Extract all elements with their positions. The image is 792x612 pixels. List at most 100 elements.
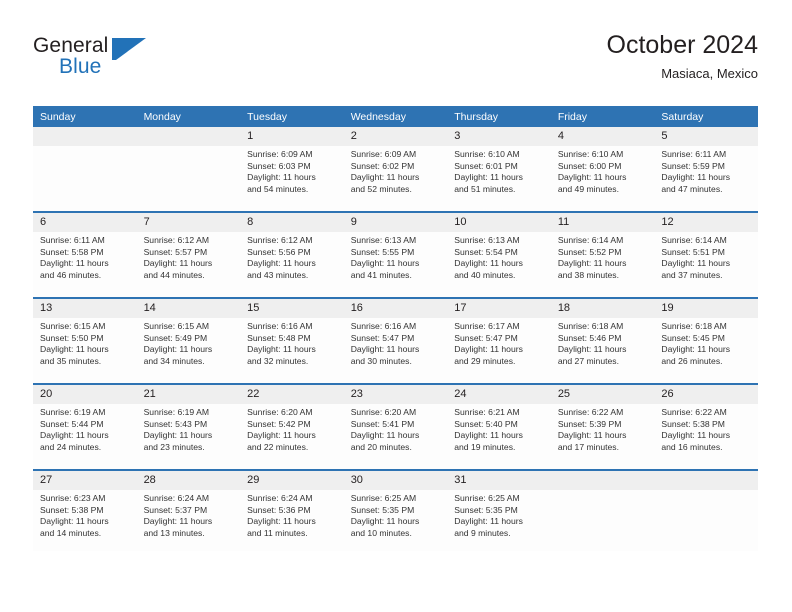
- day-cell[interactable]: Sunrise: 6:15 AM Sunset: 5:49 PM Dayligh…: [136, 318, 241, 383]
- weekday-header-thursday: Thursday: [447, 106, 551, 127]
- sunset-text: Sunset: 5:38 PM: [661, 418, 725, 429]
- sunrise-text: Sunrise: 6:22 AM: [557, 407, 624, 417]
- sunset-text: Sunset: 5:58 PM: [40, 246, 104, 257]
- day-cell[interactable]: Sunrise: 6:09 AM Sunset: 6:03 PM Dayligh…: [240, 146, 344, 211]
- day-number[interactable]: 8: [240, 213, 344, 232]
- day-cell[interactable]: Sunrise: 6:25 AM Sunset: 5:35 PM Dayligh…: [343, 490, 448, 551]
- day-cell[interactable]: Sunrise: 6:16 AM Sunset: 5:48 PM Dayligh…: [240, 318, 344, 383]
- sunset-text: Sunset: 5:35 PM: [350, 504, 415, 515]
- day-cell[interactable]: Sunrise: 6:25 AM Sunset: 5:35 PM Dayligh…: [447, 490, 551, 551]
- day-number[interactable]: [136, 127, 241, 146]
- day-cell[interactable]: Sunrise: 6:18 AM Sunset: 5:45 PM Dayligh…: [654, 318, 758, 383]
- day-number[interactable]: 26: [654, 385, 758, 404]
- day-cell[interactable]: Sunrise: 6:19 AM Sunset: 5:43 PM Dayligh…: [136, 404, 241, 469]
- day-cell[interactable]: Sunrise: 6:18 AM Sunset: 5:46 PM Dayligh…: [550, 318, 655, 383]
- day-cell[interactable]: Sunrise: 6:09 AM Sunset: 6:02 PM Dayligh…: [343, 146, 448, 211]
- day-cell[interactable]: [550, 490, 655, 551]
- day-number[interactable]: 9: [343, 213, 448, 232]
- day-cell[interactable]: Sunrise: 6:14 AM Sunset: 5:51 PM Dayligh…: [654, 232, 758, 297]
- day-cell[interactable]: Sunrise: 6:13 AM Sunset: 5:54 PM Dayligh…: [447, 232, 551, 297]
- day-cell[interactable]: Sunrise: 6:10 AM Sunset: 6:01 PM Dayligh…: [447, 146, 551, 211]
- daylight-text-line2: and 52 minutes.: [350, 183, 412, 194]
- daylight-text-line2: and 27 minutes.: [557, 355, 619, 366]
- day-cell[interactable]: Sunrise: 6:20 AM Sunset: 5:42 PM Dayligh…: [240, 404, 344, 469]
- sunrise-text: Sunrise: 6:23 AM: [40, 493, 106, 503]
- day-number[interactable]: 1: [240, 127, 344, 146]
- sunset-text: Sunset: 5:36 PM: [247, 504, 311, 515]
- day-cell[interactable]: [654, 490, 758, 551]
- sunset-text: Sunset: 5:40 PM: [454, 418, 518, 429]
- day-cell[interactable]: Sunrise: 6:21 AM Sunset: 5:40 PM Dayligh…: [447, 404, 551, 469]
- page-title: October 2024: [606, 31, 759, 59]
- logo-triangle-shape: [116, 38, 146, 60]
- week-3-daynumbers: 13 14 15 16 17 18 19: [33, 299, 758, 318]
- day-number[interactable]: 21: [136, 385, 241, 404]
- sunrise-text: Sunrise: 6:15 AM: [40, 321, 106, 331]
- day-number[interactable]: [33, 127, 137, 146]
- sunrise-text: Sunrise: 6:16 AM: [350, 321, 417, 331]
- sunset-text: Sunset: 5:51 PM: [661, 246, 725, 257]
- day-number[interactable]: 17: [447, 299, 551, 318]
- daylight-text-line2: and 34 minutes.: [143, 355, 205, 366]
- day-number[interactable]: 13: [33, 299, 137, 318]
- weekday-header-monday: Monday: [136, 106, 241, 127]
- day-number[interactable]: 4: [550, 127, 655, 146]
- day-number[interactable]: 28: [136, 471, 241, 490]
- day-cell[interactable]: Sunrise: 6:19 AM Sunset: 5:44 PM Dayligh…: [33, 404, 137, 469]
- day-cell[interactable]: Sunrise: 6:12 AM Sunset: 5:57 PM Dayligh…: [136, 232, 241, 297]
- day-number[interactable]: 18: [550, 299, 655, 318]
- day-cell[interactable]: Sunrise: 6:14 AM Sunset: 5:52 PM Dayligh…: [550, 232, 655, 297]
- week-4-daynumbers: 20 21 22 23 24 25 26: [33, 385, 758, 404]
- sunrise-text: Sunrise: 6:22 AM: [661, 407, 727, 417]
- day-number[interactable]: 22: [240, 385, 344, 404]
- sunrise-text: Sunrise: 6:12 AM: [247, 235, 313, 245]
- day-number[interactable]: 6: [33, 213, 137, 232]
- day-cell[interactable]: Sunrise: 6:15 AM Sunset: 5:50 PM Dayligh…: [33, 318, 137, 383]
- day-cell[interactable]: Sunrise: 6:12 AM Sunset: 5:56 PM Dayligh…: [240, 232, 344, 297]
- day-cell[interactable]: Sunrise: 6:16 AM Sunset: 5:47 PM Dayligh…: [343, 318, 448, 383]
- day-number[interactable]: 25: [550, 385, 655, 404]
- title-block: October 2024 Masiaca, Mexico: [607, 30, 759, 84]
- day-number[interactable]: 10: [447, 213, 551, 232]
- day-cell[interactable]: Sunrise: 6:24 AM Sunset: 5:37 PM Dayligh…: [136, 490, 241, 551]
- day-number[interactable]: [550, 471, 655, 490]
- day-cell[interactable]: Sunrise: 6:22 AM Sunset: 5:39 PM Dayligh…: [550, 404, 655, 469]
- day-number[interactable]: 11: [550, 213, 655, 232]
- day-number[interactable]: 2: [343, 127, 448, 146]
- calendar-page: General Blue October 2024 Masiaca, Mexic…: [0, 0, 792, 612]
- sunset-text: Sunset: 5:49 PM: [143, 332, 208, 343]
- day-number[interactable]: 5: [654, 127, 758, 146]
- daylight-text-line1: Daylight: 11 hours: [557, 344, 627, 355]
- day-number[interactable]: 14: [136, 299, 241, 318]
- day-number[interactable]: 19: [654, 299, 758, 318]
- sunrise-text: Sunrise: 6:09 AM: [350, 149, 417, 159]
- day-cell[interactable]: Sunrise: 6:10 AM Sunset: 6:00 PM Dayligh…: [550, 146, 655, 211]
- day-number[interactable]: 24: [447, 385, 551, 404]
- day-cell[interactable]: Sunrise: 6:23 AM Sunset: 5:38 PM Dayligh…: [33, 490, 137, 551]
- day-number[interactable]: 15: [240, 299, 344, 318]
- sunset-text: Sunset: 6:01 PM: [454, 160, 518, 171]
- day-cell[interactable]: Sunrise: 6:17 AM Sunset: 5:47 PM Dayligh…: [447, 318, 551, 383]
- day-number[interactable]: 7: [136, 213, 241, 232]
- day-number[interactable]: 12: [654, 213, 758, 232]
- day-number[interactable]: 30: [343, 471, 448, 490]
- day-cell[interactable]: Sunrise: 6:11 AM Sunset: 5:58 PM Dayligh…: [33, 232, 137, 297]
- day-number[interactable]: 29: [240, 471, 344, 490]
- day-cell[interactable]: Sunrise: 6:24 AM Sunset: 5:36 PM Dayligh…: [240, 490, 344, 551]
- day-cell[interactable]: Sunrise: 6:22 AM Sunset: 5:38 PM Dayligh…: [654, 404, 758, 469]
- day-cell[interactable]: [136, 146, 241, 211]
- day-number[interactable]: 23: [343, 385, 448, 404]
- day-cell[interactable]: Sunrise: 6:20 AM Sunset: 5:41 PM Dayligh…: [343, 404, 448, 469]
- day-number[interactable]: [654, 471, 758, 490]
- day-number[interactable]: 31: [447, 471, 551, 490]
- daylight-text-line1: Daylight: 11 hours: [350, 516, 420, 527]
- sunset-text: Sunset: 5:45 PM: [661, 332, 725, 343]
- day-number[interactable]: 16: [343, 299, 448, 318]
- day-cell[interactable]: Sunrise: 6:11 AM Sunset: 5:59 PM Dayligh…: [654, 146, 758, 211]
- brand-logo[interactable]: General Blue: [33, 30, 153, 82]
- day-cell[interactable]: [33, 146, 137, 211]
- day-number[interactable]: 20: [33, 385, 137, 404]
- day-number[interactable]: 3: [447, 127, 551, 146]
- day-cell[interactable]: Sunrise: 6:13 AM Sunset: 5:55 PM Dayligh…: [343, 232, 448, 297]
- day-number[interactable]: 27: [33, 471, 137, 490]
